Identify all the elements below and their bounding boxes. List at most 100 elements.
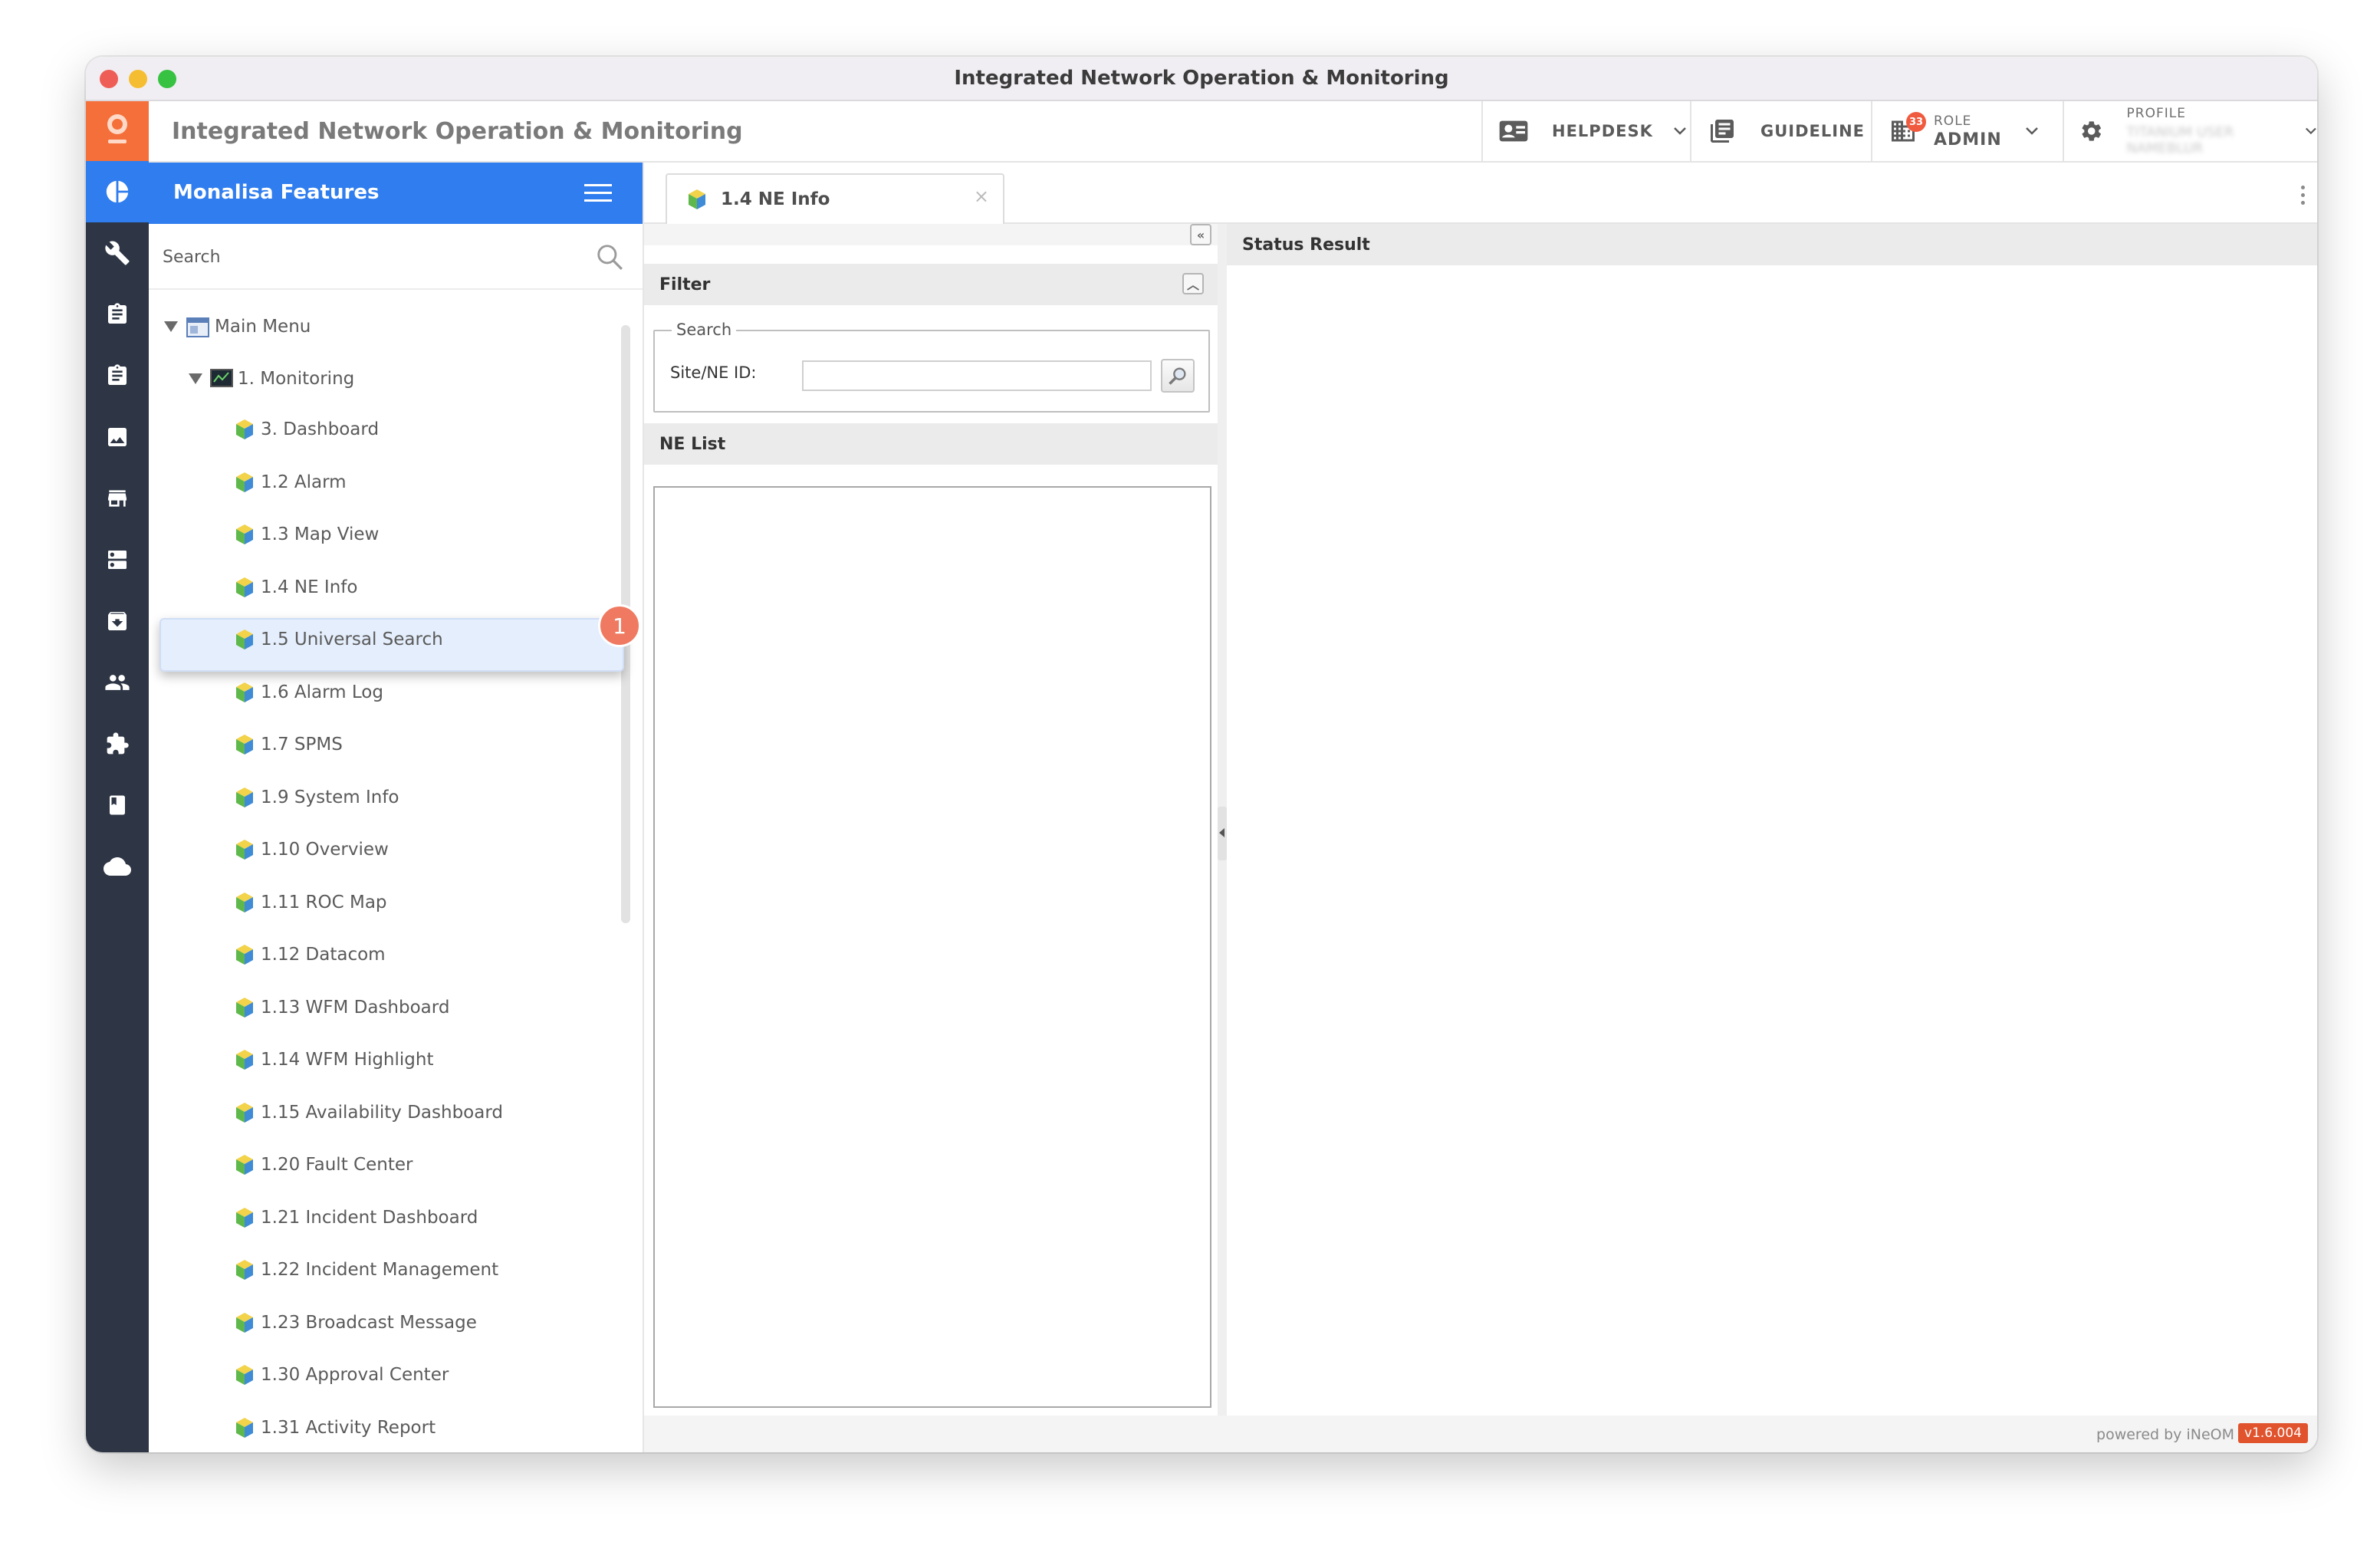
rail-item-tools[interactable] bbox=[86, 222, 149, 284]
ne-list-header: NE List bbox=[644, 423, 1218, 465]
tree-item[interactable]: 1.22 Incident Management bbox=[232, 1248, 498, 1291]
tree-item[interactable]: 1.10 Overview bbox=[232, 828, 389, 871]
tree-item-label: 1.14 WFM Highlight bbox=[261, 1050, 434, 1070]
role-info: ROLE ADMIN bbox=[1934, 113, 2002, 150]
tree-item[interactable]: 1.6 Alarm Log bbox=[232, 671, 383, 714]
ne-list[interactable] bbox=[653, 486, 1211, 1408]
tree-root-main-menu[interactable]: Main Menu bbox=[164, 305, 311, 348]
sidebar-title: Monalisa Features bbox=[173, 181, 380, 204]
menu-tree: Main Menu 1. Monitoring 1 3. Dashboard 1.… bbox=[149, 290, 643, 1452]
role-label: ROLE bbox=[1934, 113, 1972, 129]
rail-item-extensions[interactable] bbox=[86, 713, 149, 774]
rail-item-store[interactable] bbox=[86, 468, 149, 529]
rail-item-report[interactable] bbox=[86, 345, 149, 406]
tree-item[interactable]: 1.3 Map View bbox=[232, 513, 379, 556]
tree-item[interactable]: 1.7 SPMS bbox=[232, 723, 343, 766]
role-menu[interactable]: 33 ROLE ADMIN bbox=[1871, 101, 2063, 161]
cube-icon bbox=[236, 787, 253, 807]
expand-caret-icon[interactable] bbox=[164, 321, 178, 332]
rail-item-users[interactable] bbox=[86, 652, 149, 713]
window-titlebar: Integrated Network Operation & Monitorin… bbox=[86, 57, 2317, 101]
tree-item[interactable]: 1.12 Datacom bbox=[232, 933, 386, 976]
profile-menu[interactable]: PROFILE TITANIUM USER NAMEBLUR bbox=[2063, 101, 2317, 161]
profile-label: PROFILE bbox=[2126, 106, 2186, 121]
tree-item[interactable]: 1.13 WFM Dashboard bbox=[232, 986, 449, 1029]
profile-info: PROFILE TITANIUM USER NAMEBLUR bbox=[2127, 106, 2292, 156]
store-icon bbox=[108, 490, 127, 507]
app-window: Integrated Network Operation & Monitorin… bbox=[86, 57, 2317, 1452]
tree-item[interactable]: 1.20 Fault Center bbox=[232, 1143, 413, 1186]
chevron-down-icon bbox=[2306, 127, 2317, 135]
status-result-panel: Status Result bbox=[1227, 224, 2317, 1416]
cube-icon bbox=[236, 472, 253, 492]
collapse-left-icon[interactable]: « bbox=[1190, 224, 1211, 245]
rail-item-gallery[interactable] bbox=[86, 406, 149, 468]
sidebar-search bbox=[149, 224, 643, 290]
book-icon bbox=[110, 795, 125, 815]
tree-item[interactable]: 1.31 Activity Report bbox=[232, 1406, 436, 1449]
monitor-icon bbox=[210, 369, 233, 387]
footer: powered by iNeOM v1.6.004 bbox=[644, 1416, 2317, 1452]
cube-icon bbox=[236, 945, 253, 965]
cube-icon bbox=[236, 892, 253, 912]
puzzle-icon bbox=[107, 732, 129, 755]
status-result-title: Status Result bbox=[1242, 235, 1370, 255]
app-logo[interactable] bbox=[86, 101, 149, 161]
cube-icon bbox=[236, 1312, 253, 1333]
window-folder-icon bbox=[186, 317, 209, 337]
tree-item-label: 1.21 Incident Dashboard bbox=[261, 1207, 478, 1228]
rail-item-server[interactable] bbox=[86, 529, 149, 590]
tree-item-label: 1.15 Availability Dashboard bbox=[261, 1102, 503, 1123]
splitter-handle[interactable] bbox=[1218, 807, 1227, 860]
rail-item-archive[interactable] bbox=[86, 590, 149, 652]
cube-icon bbox=[236, 735, 253, 755]
minimize-window-button[interactable] bbox=[129, 70, 147, 88]
search-icon[interactable] bbox=[595, 242, 624, 271]
maximize-window-button[interactable] bbox=[158, 70, 176, 88]
tree-item[interactable]: 1.9 System Info bbox=[232, 776, 399, 819]
tree-item[interactable]: 1.23 Broadcast Message bbox=[232, 1301, 477, 1344]
guideline-button[interactable]: GUIDELINE bbox=[1690, 101, 1871, 161]
tab-bar: 1.4 NE Info × bbox=[644, 163, 2317, 224]
tree-item-label: 1.13 WFM Dashboard bbox=[261, 997, 450, 1018]
more-options-icon[interactable] bbox=[2301, 186, 2305, 205]
hamburger-menu-icon[interactable] bbox=[584, 182, 612, 204]
tree-item[interactable]: 1.11 ROC Map bbox=[232, 881, 387, 924]
tree-item[interactable]: 1.30 Approval Center bbox=[232, 1353, 449, 1396]
tree-group-monitoring[interactable]: 1. Monitoring bbox=[189, 357, 354, 400]
expand-caret-icon[interactable] bbox=[189, 373, 202, 384]
tree-item-label: 1.20 Fault Center bbox=[261, 1155, 413, 1175]
sidebar-search-input[interactable] bbox=[163, 239, 592, 275]
cube-icon bbox=[236, 630, 253, 649]
tree-item-label: 1.30 Approval Center bbox=[261, 1365, 449, 1385]
site-ne-id-label: Site/NE ID: bbox=[670, 363, 757, 382]
tree-item[interactable]: 3. Dashboard bbox=[232, 408, 379, 451]
ne-search-button[interactable] bbox=[1161, 359, 1195, 393]
rail-item-clipboard[interactable] bbox=[86, 284, 149, 345]
helpdesk-menu[interactable]: HELPDESK bbox=[1481, 101, 1690, 161]
top-header: Integrated Network Operation & Monitorin… bbox=[149, 101, 2317, 163]
tab-ne-info[interactable]: 1.4 NE Info × bbox=[666, 173, 1004, 224]
cube-icon bbox=[236, 1207, 253, 1228]
tree-item-label: 1.22 Incident Management bbox=[261, 1260, 499, 1280]
image-icon bbox=[108, 428, 127, 446]
close-window-button[interactable] bbox=[100, 70, 118, 88]
tree-item[interactable]: 1.2 Alarm bbox=[232, 461, 347, 504]
site-ne-id-input[interactable] bbox=[802, 360, 1152, 391]
tree-item[interactable]: 1.15 Availability Dashboard bbox=[232, 1091, 503, 1134]
rail-item-dashboard[interactable] bbox=[86, 161, 149, 222]
rail-item-book[interactable] bbox=[86, 774, 149, 836]
tree-item[interactable]: 1.4 NE Info bbox=[232, 566, 357, 609]
collapse-up-icon[interactable]: ︿ bbox=[1182, 273, 1204, 294]
tree-item[interactable]: 1.21 Incident Dashboard bbox=[232, 1196, 478, 1239]
rail-item-cloud[interactable] bbox=[86, 836, 149, 897]
tab-close-icon[interactable]: × bbox=[974, 186, 989, 207]
tree-item[interactable]: 1.14 WFM Highlight bbox=[232, 1038, 434, 1081]
cube-icon bbox=[236, 1102, 253, 1123]
cube-icon bbox=[236, 577, 253, 597]
tree-item[interactable]: 1.5 Universal Search bbox=[232, 618, 443, 661]
cube-icon bbox=[236, 1155, 253, 1175]
tree-group-label: 1. Monitoring bbox=[238, 369, 355, 389]
pie-chart-icon bbox=[106, 180, 129, 203]
panel-splitter[interactable] bbox=[1218, 224, 1227, 1416]
